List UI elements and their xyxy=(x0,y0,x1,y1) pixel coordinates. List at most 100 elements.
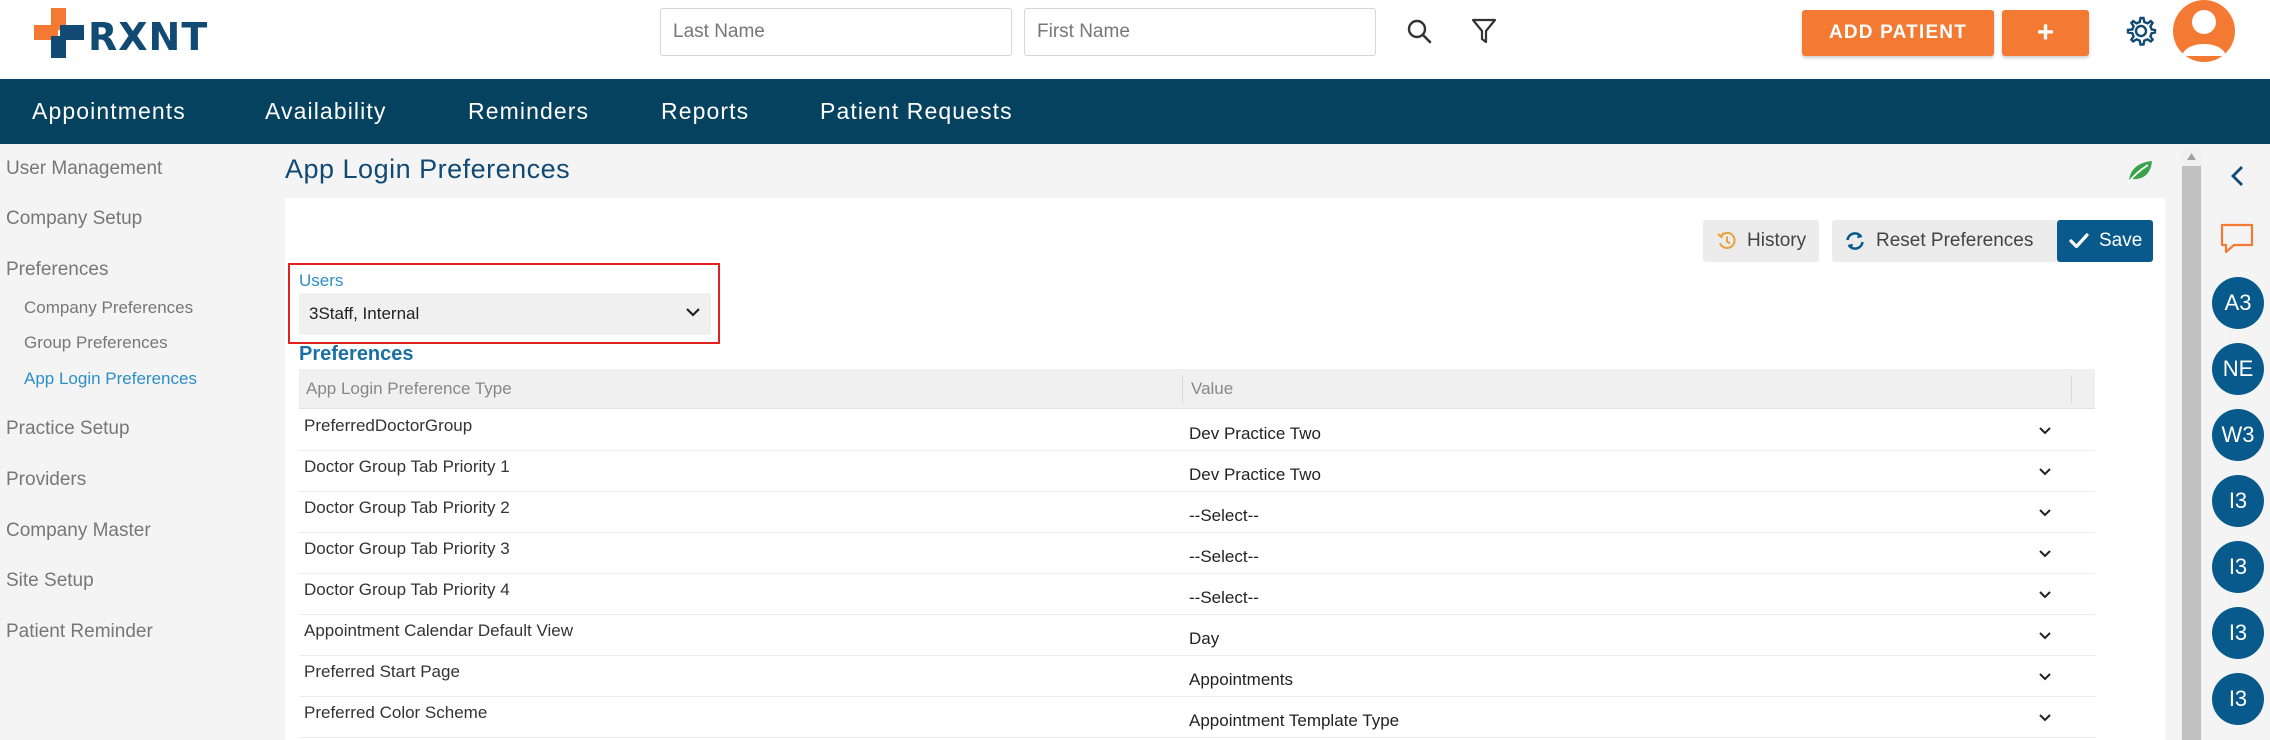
preference-type: Doctor Group Tab Priority 3 xyxy=(304,539,510,558)
nav-patient-requests[interactable]: Patient Requests xyxy=(820,79,1013,144)
chevron-down-icon xyxy=(2039,550,2051,558)
history-icon xyxy=(1717,231,1736,249)
preference-type: Preferred Start Page xyxy=(304,662,460,681)
gear-icon[interactable] xyxy=(2124,14,2158,48)
table-row: Doctor Group Tab Priority 1 Dev Practice… xyxy=(299,451,2095,492)
save-label: Save xyxy=(2099,230,2143,251)
column-divider xyxy=(1182,375,1183,403)
preference-value-dropdown[interactable]: --Select-- xyxy=(1184,533,2064,574)
nav-reports[interactable]: Reports xyxy=(661,79,749,144)
table-row: PreferredDoctorGroup Dev Practice Two xyxy=(299,410,2095,451)
chevron-down-icon xyxy=(2039,427,2051,435)
check-icon xyxy=(2069,233,2089,249)
column-divider xyxy=(2071,375,2072,403)
preference-value-dropdown[interactable]: Dev Practice Two xyxy=(1184,410,2064,451)
add-patient-button[interactable]: ADD PATIENT xyxy=(1802,10,1994,56)
rail-avatar[interactable]: NE xyxy=(2212,343,2264,395)
first-name-input[interactable] xyxy=(1024,8,1376,56)
sidebar-item-user-management[interactable]: User Management xyxy=(6,158,162,180)
nav-appointments[interactable]: Appointments xyxy=(32,79,186,144)
preference-type: Doctor Group Tab Priority 4 xyxy=(304,580,510,599)
preference-value-dropdown[interactable]: Appointments xyxy=(1184,656,2064,697)
main-nav: Appointments Availability Reminders Repo… xyxy=(0,79,2270,144)
main-scrollbar-thumb[interactable] xyxy=(2182,166,2201,740)
leaf-icon xyxy=(2127,161,2152,184)
save-button[interactable]: Save xyxy=(2057,220,2153,262)
preference-value: Appointment Template Type xyxy=(1189,711,1400,730)
nav-reminders[interactable]: Reminders xyxy=(468,79,589,144)
sidebar-item-patient-reminder[interactable]: Patient Reminder xyxy=(6,621,153,643)
rail-avatar[interactable]: I3 xyxy=(2212,673,2264,725)
sidebar-item-company-preferences[interactable]: Company Preferences xyxy=(24,298,193,318)
rail-avatar[interactable]: W3 xyxy=(2212,409,2264,461)
users-selected-value: 3Staff, Internal xyxy=(309,304,420,323)
chevron-down-icon xyxy=(2039,632,2051,640)
preference-value: --Select-- xyxy=(1189,506,1259,525)
users-label: Users xyxy=(299,271,344,290)
page-title: App Login Preferences xyxy=(285,154,571,184)
sidebar-item-app-login-preferences[interactable]: App Login Preferences xyxy=(24,369,197,389)
sidebar-item-group-preferences[interactable]: Group Preferences xyxy=(24,333,168,353)
scroll-up-arrow-icon[interactable] xyxy=(2186,152,2197,161)
top-header: RXNT ADD PATIENT + xyxy=(0,0,2270,79)
preference-type: Doctor Group Tab Priority 2 xyxy=(304,498,510,517)
column-header-value: Value xyxy=(1191,379,1234,398)
quick-add-button[interactable]: + xyxy=(2002,10,2089,56)
preference-type: Doctor Group Tab Priority 1 xyxy=(304,457,510,476)
rail-avatar[interactable]: A3 xyxy=(2212,277,2264,329)
refresh-icon xyxy=(1846,232,1864,250)
preference-type: Preferred Color Scheme xyxy=(304,703,488,722)
preference-value-dropdown[interactable]: --Select-- xyxy=(1184,492,2064,533)
chevron-down-icon xyxy=(2039,714,2051,722)
sidebar-item-practice-setup[interactable]: Practice Setup xyxy=(6,418,130,440)
search-icon[interactable] xyxy=(1402,14,1436,48)
settings-sidebar xyxy=(0,144,280,740)
preference-value-dropdown[interactable]: Dev Practice Two xyxy=(1184,451,2064,492)
sidebar-item-providers[interactable]: Providers xyxy=(6,469,86,491)
preference-value-dropdown[interactable]: --Select-- xyxy=(1184,574,2064,615)
preference-value: Dev Practice Two xyxy=(1189,424,1321,443)
filter-icon[interactable] xyxy=(1467,14,1501,48)
sidebar-item-company-setup[interactable]: Company Setup xyxy=(6,208,142,230)
history-button[interactable]: History xyxy=(1703,220,1819,262)
preference-value: Appointments xyxy=(1189,670,1293,689)
chevron-down-icon xyxy=(2039,509,2051,517)
preference-value-dropdown[interactable]: Day xyxy=(1184,615,2064,656)
logo-text: RXNT xyxy=(88,15,209,59)
rail-avatar[interactable]: I3 xyxy=(2212,607,2264,659)
chevron-down-icon xyxy=(2039,591,2051,599)
sidebar-item-site-setup[interactable]: Site Setup xyxy=(6,570,94,592)
chevron-down-icon xyxy=(2039,673,2051,681)
last-name-input[interactable] xyxy=(660,8,1012,56)
table-header: App Login Preference Type Value xyxy=(299,369,2095,409)
preferences-heading: Preferences xyxy=(299,343,414,365)
table-row: Preferred Color Scheme Appointment Templ… xyxy=(299,697,2095,738)
rxnt-cross-icon xyxy=(34,8,84,58)
table-row: Appointment Calendar Default View Day xyxy=(299,615,2095,656)
column-header-type: App Login Preference Type xyxy=(306,379,512,398)
user-avatar-icon[interactable] xyxy=(2173,0,2235,62)
rail-avatar[interactable]: I3 xyxy=(2212,541,2264,593)
sidebar-item-company-master[interactable]: Company Master xyxy=(6,520,151,542)
chat-icon[interactable] xyxy=(2218,222,2256,256)
preference-value-dropdown[interactable]: Appointment Template Type xyxy=(1184,697,2064,738)
history-label: History xyxy=(1747,230,1807,251)
table-row: Doctor Group Tab Priority 3 --Select-- xyxy=(299,533,2095,574)
rail-avatar[interactable]: I3 xyxy=(2212,475,2264,527)
chevron-down-icon xyxy=(686,308,700,317)
table-row: Doctor Group Tab Priority 2 --Select-- xyxy=(299,492,2095,533)
reset-preferences-button[interactable]: Reset Preferences xyxy=(1832,220,2057,262)
table-row: Doctor Group Tab Priority 4 --Select-- xyxy=(299,574,2095,615)
users-dropdown[interactable]: 3Staff, Internal xyxy=(299,293,711,335)
preference-value: --Select-- xyxy=(1189,588,1259,607)
sidebar-item-preferences[interactable]: Preferences xyxy=(6,259,108,281)
preference-value: Dev Practice Two xyxy=(1189,465,1321,484)
preference-value: Day xyxy=(1189,629,1220,648)
chevron-down-icon xyxy=(2039,468,2051,476)
chevron-left-icon[interactable] xyxy=(2228,164,2248,188)
nav-availability[interactable]: Availability xyxy=(265,79,386,144)
preference-value: --Select-- xyxy=(1189,547,1259,566)
table-row: Preferred Start Page Appointments xyxy=(299,656,2095,697)
preference-type: PreferredDoctorGroup xyxy=(304,416,473,435)
rxnt-logo[interactable]: RXNT xyxy=(34,8,209,59)
